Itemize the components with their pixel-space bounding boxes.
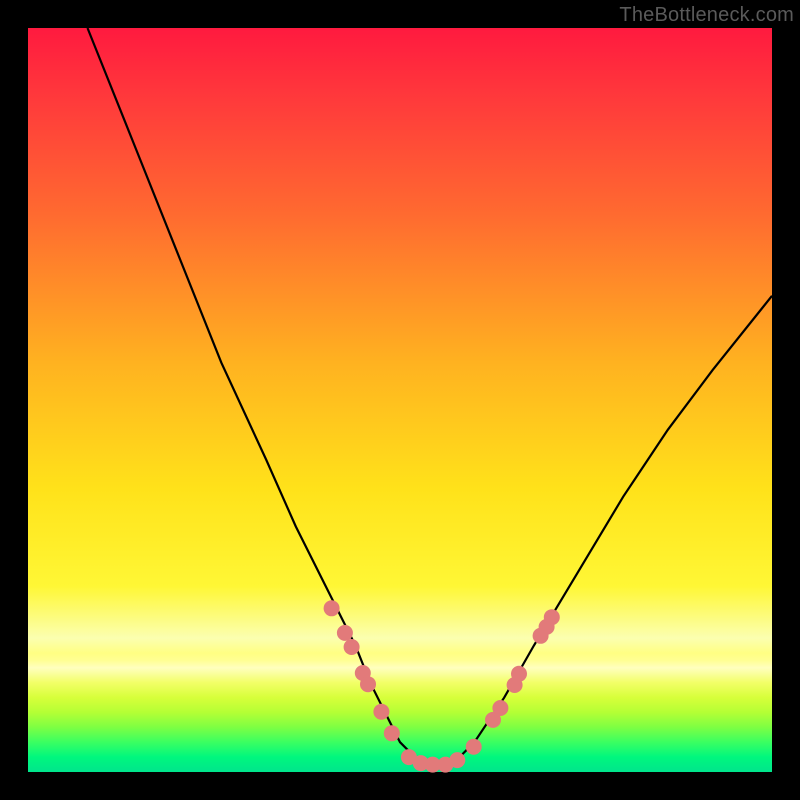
data-point [466, 739, 482, 755]
data-point [384, 725, 400, 741]
data-point [511, 666, 527, 682]
chart-frame [28, 28, 772, 772]
bottleneck-curve [88, 28, 773, 765]
chart-svg [28, 28, 772, 772]
data-point [360, 676, 376, 692]
data-point [324, 600, 340, 616]
data-point [492, 700, 508, 716]
data-markers [324, 600, 560, 772]
data-point [337, 625, 353, 641]
data-point [373, 704, 389, 720]
watermark-text: TheBottleneck.com [619, 4, 794, 27]
data-point [544, 609, 560, 625]
data-point [449, 752, 465, 768]
data-point [344, 639, 360, 655]
